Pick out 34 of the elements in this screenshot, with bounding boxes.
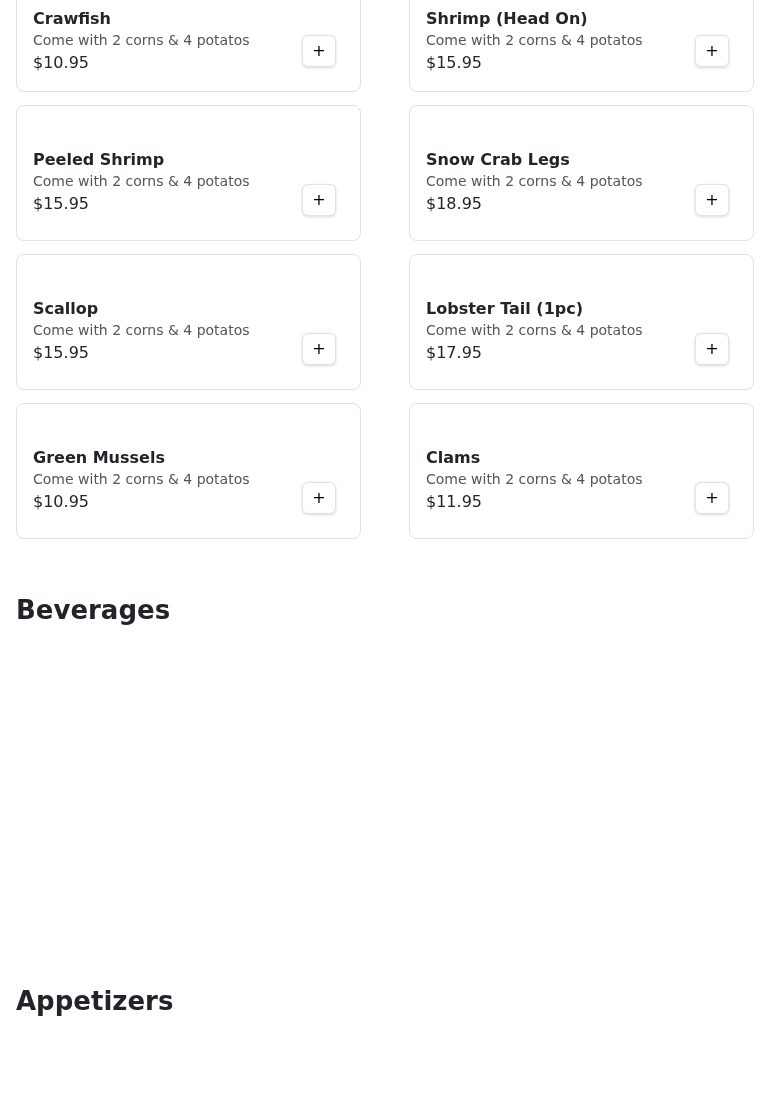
item-description: Come with 2 corns & 4 potatos bbox=[426, 30, 644, 50]
item-name: Shrimp (Head On) bbox=[426, 8, 589, 29]
add-button[interactable]: + bbox=[302, 35, 336, 67]
item-price: $10.95 bbox=[33, 491, 90, 513]
add-button[interactable]: + bbox=[302, 333, 336, 365]
item-description: Come with 2 corns & 4 potatos bbox=[33, 469, 251, 488]
add-button[interactable]: + bbox=[695, 482, 729, 514]
item-price: $15.95 bbox=[426, 52, 483, 75]
item-description: Come with 2 corns & 4 potatos bbox=[426, 171, 644, 190]
add-button[interactable]: + bbox=[695, 333, 729, 365]
item-name: Crawfish bbox=[33, 8, 112, 29]
section-heading: Beverages bbox=[16, 595, 172, 627]
item-name: Snow Crab Legs bbox=[426, 149, 571, 170]
item-description: Come with 2 corns & 4 potatos bbox=[33, 320, 251, 339]
item-price: $10.95 bbox=[33, 52, 90, 75]
item-description: Come with 2 corns & 4 potatos bbox=[426, 469, 644, 488]
item-price: $15.95 bbox=[33, 193, 90, 215]
item-price: $18.95 bbox=[426, 193, 483, 215]
add-button[interactable]: + bbox=[302, 184, 336, 216]
add-button[interactable]: + bbox=[302, 482, 336, 514]
item-price: $15.95 bbox=[33, 342, 90, 364]
item-price: $17.95 bbox=[426, 342, 483, 364]
item-name: Scallop bbox=[33, 298, 100, 319]
item-description: Come with 2 corns & 4 potatos bbox=[33, 171, 251, 190]
item-name: Green Mussels bbox=[33, 447, 166, 468]
item-name: Peeled Shrimp bbox=[33, 149, 166, 170]
item-name: Clams bbox=[426, 447, 482, 468]
item-description: Come with 2 corns & 4 potatos bbox=[33, 30, 251, 50]
item-name: Lobster Tail (1pc) bbox=[426, 298, 584, 319]
item-price: $11.95 bbox=[426, 491, 483, 513]
section-heading: Appetizers bbox=[16, 986, 175, 1018]
item-description: Come with 2 corns & 4 potatos bbox=[426, 320, 644, 339]
add-button[interactable]: + bbox=[695, 184, 729, 216]
add-button[interactable]: + bbox=[695, 35, 729, 67]
